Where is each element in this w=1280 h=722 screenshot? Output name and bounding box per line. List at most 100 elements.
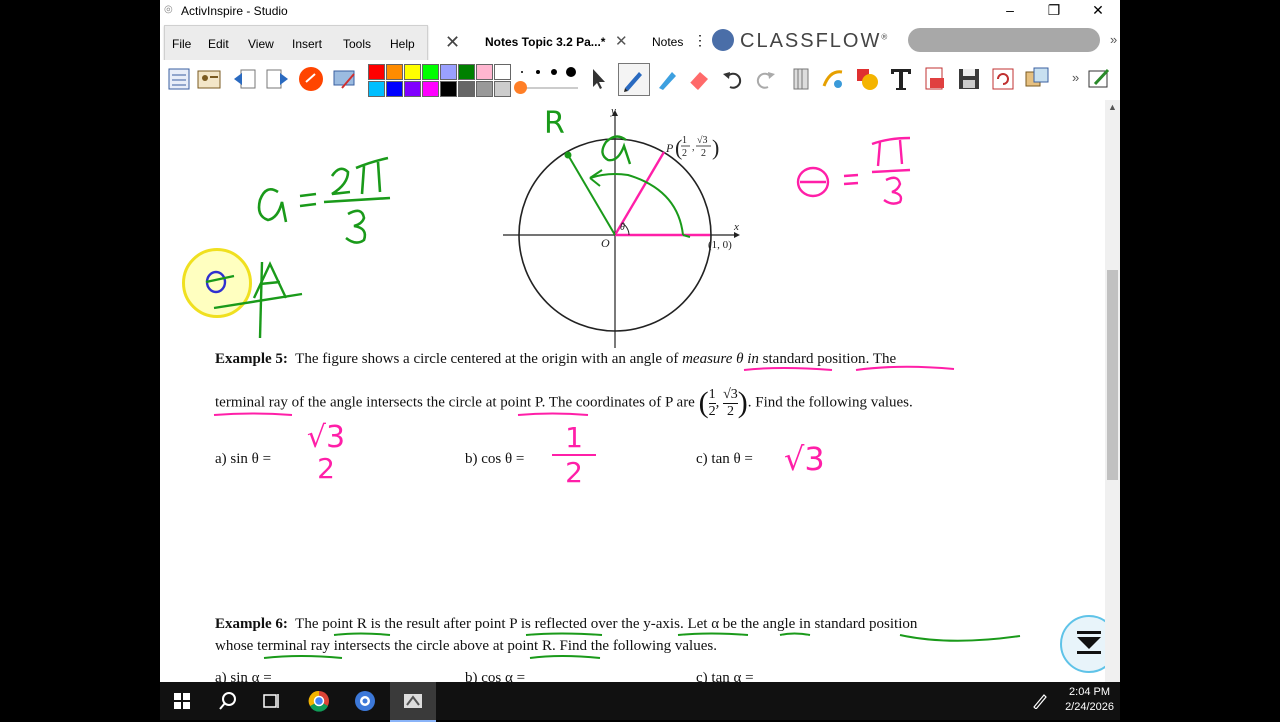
minimize-button[interactable]: – [988, 0, 1032, 22]
tab-notes[interactable]: Notes [652, 22, 686, 60]
pen-width-1[interactable] [521, 71, 523, 73]
task-view-icon[interactable] [263, 692, 281, 710]
pen-width-slider-handle[interactable] [514, 81, 527, 94]
origin-label: O [601, 236, 610, 250]
example6-text-1b: point R [322, 616, 367, 632]
coord-x-den: 2 [708, 402, 716, 419]
example5-text-1a: The figure shows a circle centered at th… [295, 351, 683, 367]
color-swatch-cyan[interactable] [368, 81, 385, 97]
color-swatch-white[interactable] [494, 64, 511, 80]
menu-tools[interactable]: Tools [343, 37, 371, 51]
handwriting-alpha-equation [257, 156, 391, 244]
clock-time: 2:04 PM [1069, 686, 1111, 698]
classflow-taskbar-icon[interactable] [354, 690, 376, 712]
underline-measure-theta [743, 365, 955, 371]
point-p-close-paren: ) [712, 135, 719, 160]
insert-page-icon[interactable] [922, 66, 948, 92]
example5-text-2a: terminal ray [215, 394, 288, 411]
save-icon[interactable] [956, 66, 982, 92]
windows-taskbar: 2:04 PM 2/24/2026 [160, 682, 1120, 722]
pen-width-3[interactable] [551, 69, 557, 75]
menu-file[interactable]: File [172, 37, 191, 51]
color-swatch-dark-gray[interactable] [458, 81, 475, 97]
toolbar-overflow-icon[interactable]: » [1072, 70, 1079, 85]
pen-width-4[interactable] [566, 67, 576, 77]
main-menu-icon[interactable] [166, 66, 192, 92]
customize-toolbar-icon[interactable] [1086, 66, 1112, 92]
highlighter-icon[interactable] [654, 66, 680, 92]
close-tab-icon[interactable]: ✕ [615, 22, 628, 62]
color-swatch-magenta[interactable] [422, 81, 439, 97]
next-page-icon[interactable] [264, 66, 290, 92]
color-swatch-red[interactable] [368, 64, 385, 80]
tab-overflow-icon[interactable]: ⋮ [693, 32, 707, 49]
color-swatch-gray[interactable] [476, 81, 493, 97]
color-swatch-black[interactable] [440, 81, 457, 97]
color-swatch-light-gray[interactable] [494, 81, 511, 97]
text-tool-icon[interactable] [888, 66, 914, 92]
pen-icon [624, 72, 642, 92]
menu-help[interactable]: Help [390, 37, 415, 51]
tab-notes-topic[interactable]: Notes Topic 3.2 Pa...* ✕ [472, 22, 630, 62]
example5-text-2d: . The coordinates of P are [541, 394, 695, 411]
menu-view[interactable]: View [248, 37, 274, 51]
pen-tray-icon[interactable] [1032, 693, 1048, 709]
activinspire-taskbar-button[interactable] [390, 682, 436, 722]
revealer-icon[interactable] [788, 66, 814, 92]
color-swatch-green[interactable] [458, 64, 475, 80]
menu-edit[interactable]: Edit [208, 37, 229, 51]
handwriting-r: R [544, 106, 565, 141]
color-swatch-yellow[interactable] [404, 64, 421, 80]
answer-a-den: 2 [317, 452, 335, 485]
example6-text-1c: is the result after point [366, 616, 510, 632]
example6-text-1g: . Let [679, 616, 712, 632]
eraser-icon[interactable] [686, 66, 712, 92]
color-swatch-lime[interactable] [422, 64, 439, 80]
refresh-page-icon[interactable] [990, 66, 1016, 92]
example6-question-a: a) sin α = [215, 670, 272, 682]
search-icon[interactable] [218, 691, 238, 711]
page-thumbnails-icon[interactable] [1024, 66, 1050, 92]
browsers-icon[interactable] [196, 66, 222, 92]
window-title: ActivInspire - Studio [181, 4, 288, 18]
vertical-scrollbar[interactable]: ▲ [1105, 100, 1120, 682]
handwriting-plus-a [205, 261, 303, 339]
scroll-up-icon[interactable]: ▲ [1108, 102, 1117, 112]
flipchart-page[interactable]: θ O y x (1, 0) P ( 1 2 , √3 2 ) R Exampl… [160, 100, 1105, 682]
answer-b-num: 1 [565, 421, 583, 454]
magic-ink-icon[interactable] [820, 66, 846, 92]
restore-button[interactable]: ❐ [1032, 0, 1076, 22]
floating-menu-button[interactable] [1060, 615, 1105, 673]
chrome-icon[interactable] [308, 690, 330, 712]
color-swatch-periwinkle[interactable] [440, 64, 457, 80]
menu-overflow-icon[interactable]: » [1110, 32, 1117, 47]
select-tool-icon[interactable] [586, 66, 612, 92]
color-swatch-orange[interactable] [386, 64, 403, 80]
example5-text-2e: . Find the following values. [747, 394, 913, 411]
example6-text-1j: standard position [814, 616, 918, 632]
previous-page-icon[interactable] [232, 66, 258, 92]
color-swatch-purple[interactable] [404, 81, 421, 97]
color-swatch-blue[interactable] [386, 81, 403, 97]
pen-tool-button[interactable] [618, 63, 650, 96]
menu-insert[interactable]: Insert [292, 37, 322, 51]
reset-page-icon[interactable] [298, 66, 324, 92]
desktop-annotate-icon[interactable] [332, 66, 358, 92]
theta-label: θ [620, 222, 625, 233]
shape-tool-icon[interactable] [854, 66, 880, 92]
close-menu-icon[interactable]: ✕ [445, 32, 460, 53]
example6-label: Example 6: [215, 616, 288, 632]
close-window-button[interactable]: ✕ [1076, 0, 1120, 22]
point-p-y-den: 2 [701, 148, 706, 159]
scrollbar-thumb[interactable] [1107, 270, 1118, 480]
system-clock[interactable]: 2:04 PM 2/24/2026 [1065, 685, 1114, 715]
undo-icon[interactable] [720, 66, 746, 92]
classflow-search-bar[interactable] [908, 28, 1100, 52]
windows-start-icon[interactable] [174, 693, 190, 709]
color-swatch-pink[interactable] [476, 64, 493, 80]
point-p-y-num: √3 [697, 135, 708, 146]
menu-bar: File Edit View Insert Tools Help ✕ Notes… [160, 22, 1120, 62]
redo-icon[interactable] [752, 66, 778, 92]
pen-width-2[interactable] [536, 70, 540, 74]
example5-question-a: a) sin θ = [215, 451, 272, 467]
